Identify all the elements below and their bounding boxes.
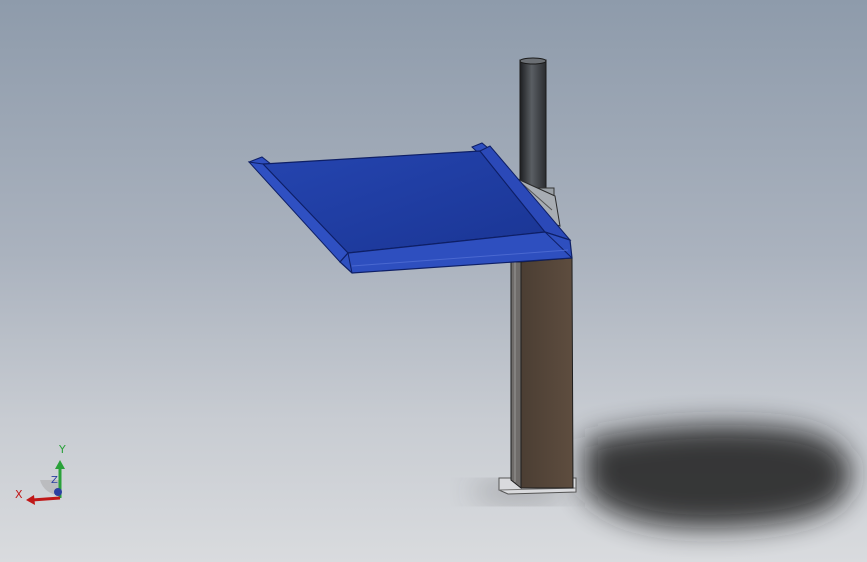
support-post: [510, 257, 574, 490]
x-axis-arrow: [26, 495, 35, 505]
reference-triad: Y X Z: [12, 440, 72, 510]
x-axis-label: X: [15, 488, 23, 501]
vertical-column: [519, 57, 555, 201]
graphics-viewport[interactable]: Y X Z: [0, 0, 867, 562]
x-axis-line: [31, 496, 61, 502]
z-axis-label: Z: [51, 475, 58, 486]
y-axis-label: Y: [59, 443, 66, 456]
y-axis-arrow: [55, 460, 65, 469]
z-axis-dot: [54, 488, 62, 496]
model-scene[interactable]: [0, 0, 867, 562]
